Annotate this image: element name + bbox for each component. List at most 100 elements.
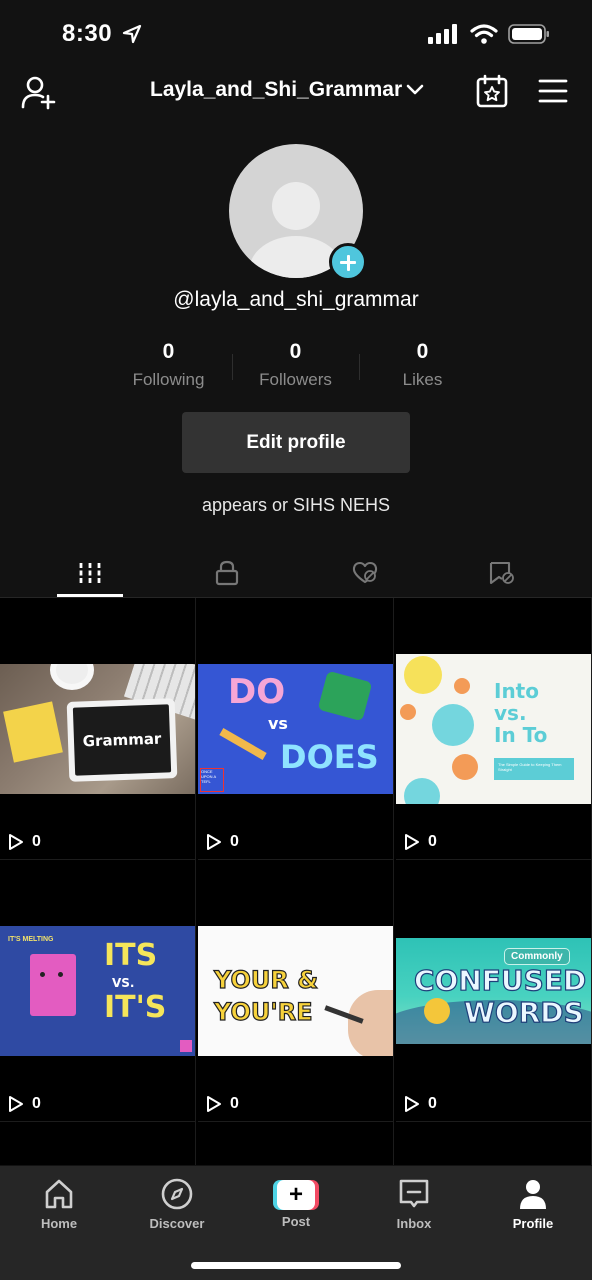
nav-post[interactable]: + Post — [237, 1174, 355, 1229]
view-count: 0 — [206, 833, 239, 851]
video-tile[interactable]: Into vs. In To The Simple Guide to Keepi… — [396, 598, 592, 860]
nav-label: Inbox — [396, 1216, 432, 1231]
nav-home[interactable]: Home — [0, 1174, 118, 1231]
stat-followers[interactable]: 0 Followers — [232, 340, 359, 392]
video-tile[interactable]: Grammar 0 — [0, 598, 196, 860]
nav-label: Post — [281, 1214, 311, 1229]
view-count-value: 0 — [32, 833, 41, 850]
video-thumbnail: IT'S MELTING ITS VS. IT'S — [0, 926, 195, 1056]
profile-bio: appears or SIHS NEHS — [201, 495, 391, 515]
nav-discover[interactable]: Discover — [118, 1174, 236, 1231]
channel-logo: ONCE UPON A TEFL — [200, 768, 224, 792]
video-tile[interactable]: YOUR & YOU'RE 0 — [198, 860, 394, 1122]
circle-graphic — [452, 754, 478, 780]
thumbnail-title: YOU'RE — [213, 997, 313, 1026]
play-icon — [207, 834, 221, 850]
profile-stats: 0 Following 0 Followers 0 Likes — [105, 340, 487, 392]
circle-graphic — [404, 656, 442, 694]
thinking-emoji-icon — [424, 998, 450, 1024]
tab-favorites[interactable] — [428, 548, 576, 598]
thumbnail-title: Grammar — [72, 704, 172, 776]
view-count: 0 — [8, 1095, 41, 1113]
hidden-bookmark-icon — [489, 561, 514, 585]
compass-icon — [161, 1178, 193, 1210]
play-icon — [207, 1096, 221, 1112]
video-grid: Grammar 0 DO vs DOES ONCE UPON A TEFL 0 — [0, 598, 592, 1165]
nav-inbox[interactable]: Inbox — [355, 1174, 473, 1231]
home-indicator — [191, 1262, 401, 1269]
video-thumbnail: Grammar — [0, 664, 195, 794]
edit-profile-button[interactable]: Edit profile — [182, 412, 410, 473]
account-username: Layla_and_Shi_Grammar — [150, 78, 403, 101]
thumbnail-title: DOES — [280, 738, 379, 776]
thumbnail-tag: Commonly — [504, 948, 570, 965]
channel-logo — [180, 1040, 192, 1052]
video-tile[interactable]: IT'S MELTING ITS VS. IT'S 0 — [0, 860, 196, 1122]
play-icon — [9, 1096, 23, 1112]
sticky-note-graphic — [3, 701, 63, 763]
view-count: 0 — [8, 833, 41, 851]
profile-tabs — [0, 548, 592, 598]
thumbnail-title: VS. — [112, 976, 135, 990]
stat-likes[interactable]: 0 Likes — [359, 340, 486, 392]
stat-label: Followers — [259, 370, 332, 389]
tab-videos[interactable] — [16, 548, 164, 598]
coffee-cup-graphic — [50, 664, 94, 690]
avatar-placeholder-head — [272, 182, 320, 230]
status-icons — [428, 24, 550, 44]
lock-icon — [215, 560, 239, 586]
tablet-graphic: Grammar — [66, 698, 178, 782]
home-icon — [45, 1179, 73, 1209]
add-avatar-plus-icon[interactable] — [329, 243, 367, 281]
video-tile[interactable] — [0, 1122, 196, 1165]
thumbnail-title: Into vs. In To — [494, 680, 547, 746]
character-graphic — [30, 954, 76, 1016]
tab-liked[interactable] — [291, 548, 439, 598]
play-icon — [9, 834, 23, 850]
video-thumbnail: DO vs DOES ONCE UPON A TEFL — [198, 664, 393, 794]
play-icon — [405, 1096, 419, 1112]
thumbnail-caption: IT'S MELTING — [8, 936, 54, 943]
view-count: 0 — [404, 833, 437, 851]
calendar-star-icon[interactable] — [476, 74, 508, 108]
signal-icon — [428, 24, 457, 44]
menu-icon[interactable] — [538, 78, 568, 104]
circle-graphic — [400, 704, 416, 720]
thumbnail-title-line: vs. — [494, 701, 527, 725]
active-tab-indicator — [57, 594, 123, 597]
location-arrow-icon — [122, 24, 142, 44]
stat-following[interactable]: 0 Following — [105, 340, 232, 392]
person-icon — [520, 1180, 546, 1209]
view-count: 0 — [206, 1095, 239, 1113]
stat-value: 0 — [162, 340, 175, 363]
stat-label: Likes — [402, 370, 443, 389]
hidden-heart-icon — [352, 561, 378, 584]
nav-label: Home — [40, 1216, 78, 1231]
thumbnail-title: vs — [268, 714, 288, 733]
video-tile[interactable]: Commonly CONFUSED WORDS 0 — [396, 860, 592, 1122]
video-thumbnail: YOUR & YOU'RE — [198, 926, 393, 1056]
add-user-icon[interactable] — [20, 74, 56, 110]
circle-graphic — [404, 778, 440, 804]
thumbnail-title: IT'S — [104, 990, 167, 1025]
plus-icon: + — [277, 1180, 315, 1210]
thumbnail-title: YOUR & — [213, 965, 319, 994]
play-icon — [405, 834, 419, 850]
circle-graphic — [432, 704, 474, 746]
wifi-icon — [470, 24, 498, 44]
view-count: 0 — [404, 1095, 437, 1113]
chevron-down-icon — [406, 84, 424, 95]
video-tile[interactable] — [396, 1122, 592, 1165]
nav-label: Discover — [149, 1216, 205, 1231]
video-thumbnail: Into vs. In To The Simple Guide to Keepi… — [396, 654, 591, 804]
nav-label: Profile — [512, 1216, 554, 1231]
video-tile[interactable]: DO vs DOES ONCE UPON A TEFL 0 — [198, 598, 394, 860]
video-tile[interactable] — [198, 1122, 394, 1165]
account-switcher[interactable]: Layla_and_Shi_Grammar — [150, 78, 424, 102]
thumbnail-title: WORDS — [463, 995, 584, 1029]
video-thumbnail: Commonly CONFUSED WORDS — [396, 938, 591, 1044]
thumbnail-title: ITS — [104, 938, 158, 973]
status-bar: 8:30 — [0, 0, 592, 70]
nav-profile[interactable]: Profile — [474, 1174, 592, 1231]
tab-private[interactable] — [153, 548, 301, 598]
